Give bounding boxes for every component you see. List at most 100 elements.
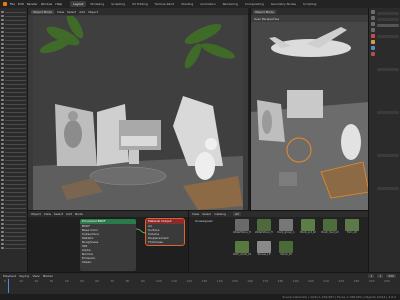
visibility-icon[interactable] [1, 71, 4, 73]
visibility-icon[interactable] [1, 247, 4, 249]
visibility-icon[interactable] [1, 111, 4, 113]
visibility-icon[interactable] [1, 191, 4, 193]
tab-modeling[interactable]: Modeling [87, 1, 107, 7]
visibility-icon[interactable] [1, 23, 4, 25]
visibility-icon[interactable] [1, 19, 4, 21]
asset-thumbnail[interactable]: Shrub_LP [277, 241, 295, 261]
viewport-right[interactable]: Object Mode User Perspective [250, 8, 369, 210]
visibility-icon[interactable] [1, 39, 4, 41]
visibility-icon[interactable] [1, 135, 4, 137]
outliner-row[interactable] [1, 246, 26, 250]
visibility-icon[interactable] [1, 167, 4, 169]
visibility-icon[interactable] [1, 99, 4, 101]
visibility-icon[interactable] [1, 119, 4, 121]
visibility-icon[interactable] [1, 143, 4, 145]
visibility-icon[interactable] [1, 171, 4, 173]
viewport-left[interactable]: Object Mode View Select Add Object [28, 8, 248, 210]
visibility-icon[interactable] [1, 159, 4, 161]
mode-selector[interactable]: Object Mode [31, 9, 54, 14]
menu-file[interactable]: File [10, 2, 15, 6]
asset-thumbnail[interactable]: Fern_LP [343, 219, 361, 239]
visibility-icon[interactable] [1, 195, 4, 197]
current-frame[interactable]: 1 [368, 274, 375, 278]
visibility-icon[interactable] [1, 31, 4, 33]
object-tab-icon[interactable] [371, 40, 375, 44]
visibility-icon[interactable] [1, 207, 4, 209]
visibility-icon[interactable] [1, 155, 4, 157]
timeline-menu-playback[interactable]: Playback [3, 274, 16, 278]
start-frame[interactable]: 1 [377, 274, 384, 278]
visibility-icon[interactable] [1, 95, 4, 97]
visibility-icon[interactable] [1, 203, 4, 205]
visibility-icon[interactable] [1, 163, 4, 165]
asset-menu-select[interactable]: Select [202, 212, 211, 216]
visibility-icon[interactable] [1, 211, 4, 213]
asset-menu-catalog[interactable]: Catalog [214, 212, 226, 216]
visibility-icon[interactable] [1, 215, 4, 217]
visibility-icon[interactable] [1, 219, 4, 221]
visibility-icon[interactable] [1, 131, 4, 133]
output-tab-icon[interactable] [371, 22, 375, 26]
menu-window[interactable]: Window [41, 2, 53, 6]
visibility-icon[interactable] [1, 107, 4, 109]
scene-tab-icon[interactable] [371, 28, 375, 32]
visibility-icon[interactable] [1, 231, 4, 233]
visibility-icon[interactable] [1, 51, 4, 53]
tool-tab-icon[interactable] [371, 10, 375, 14]
viewport-menu-view[interactable]: View [57, 10, 64, 14]
visibility-icon[interactable] [1, 175, 4, 177]
visibility-icon[interactable] [1, 75, 4, 77]
visibility-icon[interactable] [1, 223, 4, 225]
visibility-icon[interactable] [1, 183, 4, 185]
asset-thumbnail[interactable]: Plant_pot_LP [299, 219, 317, 239]
visibility-icon[interactable] [1, 27, 4, 29]
visibility-icon[interactable] [1, 11, 4, 13]
visibility-icon[interactable] [1, 179, 4, 181]
end-frame[interactable]: 250 [386, 274, 396, 278]
playhead[interactable] [8, 279, 9, 293]
visibility-icon[interactable] [1, 127, 4, 129]
asset-thumbnail[interactable]: Palm_small_LP [233, 241, 251, 261]
visibility-icon[interactable] [1, 103, 4, 105]
menu-edit[interactable]: Edit [18, 2, 24, 6]
asset-menu-view[interactable]: View [192, 212, 199, 216]
viewport-menu-select[interactable]: Select [67, 10, 76, 14]
viewport-menu-add[interactable]: Add [79, 10, 85, 14]
tab-scripting[interactable]: Scripting [300, 1, 319, 7]
tab-texture-paint[interactable]: Texture Paint [152, 1, 177, 7]
mode-selector-right[interactable]: Object Mode [253, 9, 276, 14]
visibility-icon[interactable] [1, 43, 4, 45]
visibility-icon[interactable] [1, 227, 4, 229]
tab-geometry-nodes[interactable]: Geometry Nodes [268, 1, 299, 7]
catalog-item[interactable]: Unassigned [191, 219, 231, 223]
tab-animation[interactable]: Animation [197, 1, 218, 7]
visibility-icon[interactable] [1, 187, 4, 189]
world-tab-icon[interactable] [371, 34, 375, 38]
visibility-icon[interactable] [1, 63, 4, 65]
visibility-icon[interactable] [1, 123, 4, 125]
asset-thumbnail[interactable]: WaterStone_Tree_LP [233, 219, 251, 239]
visibility-icon[interactable] [1, 87, 4, 89]
asset-thumbnail[interactable]: Bush_med_LP [321, 219, 339, 239]
tab-uv-editing[interactable]: UV Editing [129, 1, 151, 7]
tab-shading[interactable]: Shading [178, 1, 196, 7]
menu-help[interactable]: Help [55, 2, 62, 6]
visibility-icon[interactable] [1, 59, 4, 61]
visibility-icon[interactable] [1, 139, 4, 141]
asset-thumbnail[interactable]: WaterStone_Tree_LP [255, 219, 273, 239]
modifier-tab-icon[interactable] [371, 46, 375, 50]
tab-rendering[interactable]: Rendering [220, 1, 241, 7]
visibility-icon[interactable] [1, 67, 4, 69]
asset-thumbnail[interactable]: Stones_LP [255, 241, 273, 261]
tab-compositing[interactable]: Compositing [242, 1, 267, 7]
menu-render[interactable]: Render [27, 2, 38, 6]
visibility-icon[interactable] [1, 151, 4, 153]
blender-logo-icon[interactable] [3, 2, 7, 6]
visibility-icon[interactable] [1, 199, 4, 201]
timeline-menu-view[interactable]: View [32, 274, 39, 278]
tab-sculpting[interactable]: Sculpting [108, 1, 128, 7]
material-tab-icon[interactable] [371, 52, 375, 56]
timeline[interactable]: Playback Keying View Marker 1 1 250 0 10 20 30… [0, 272, 400, 294]
visibility-icon[interactable] [1, 91, 4, 93]
asset-thumbnail[interactable]: Rock_group_1 [277, 219, 295, 239]
